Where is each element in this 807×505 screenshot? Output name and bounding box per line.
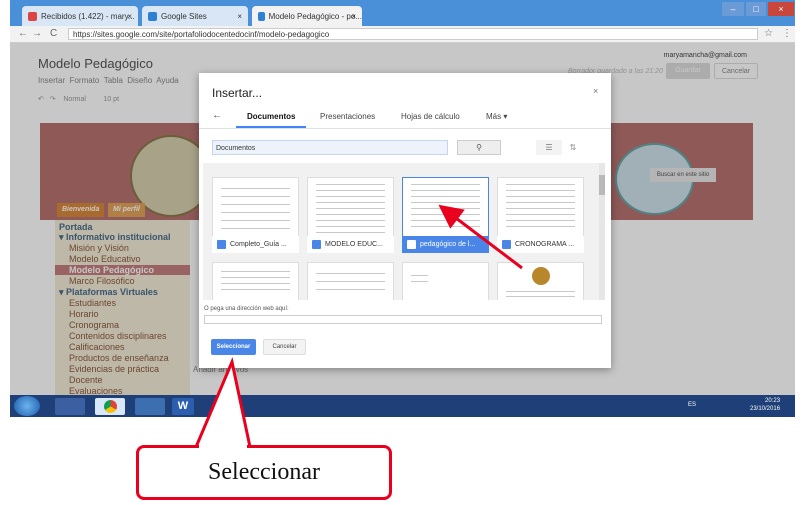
callout-pointer-cover bbox=[199, 445, 247, 449]
callout-label: Seleccionar bbox=[208, 459, 320, 485]
